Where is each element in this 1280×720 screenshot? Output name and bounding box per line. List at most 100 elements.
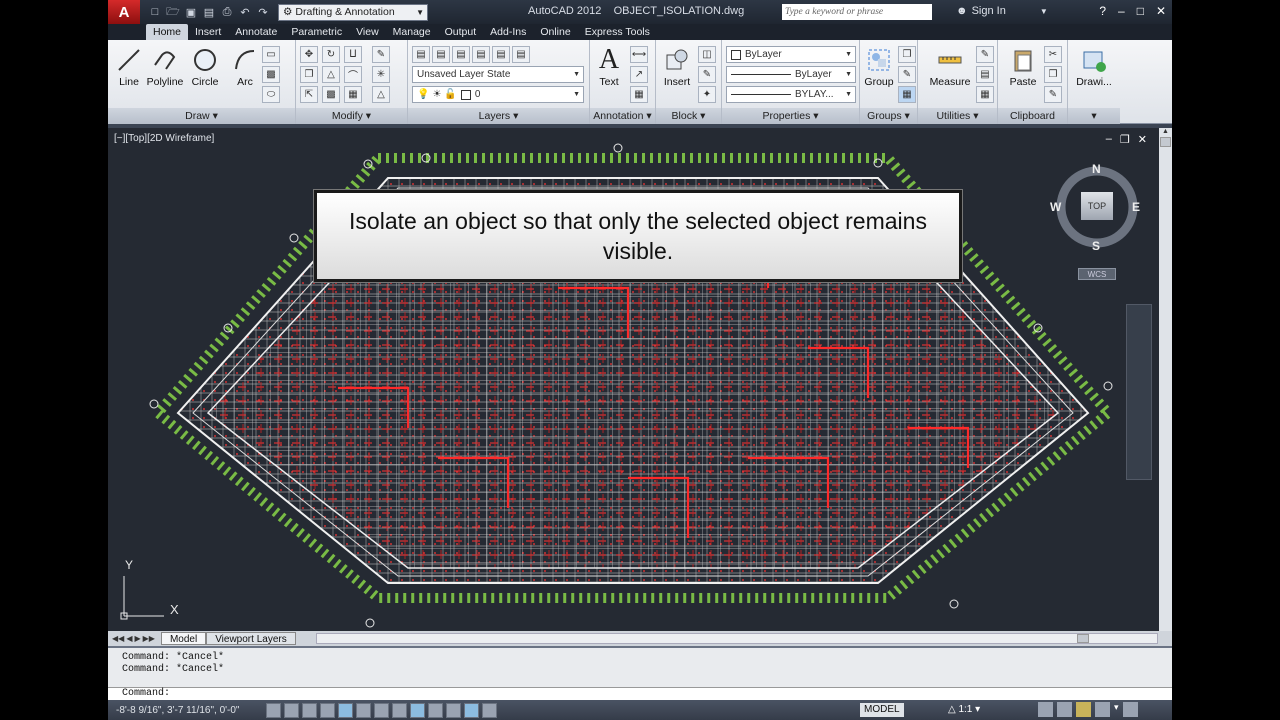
undo-icon[interactable]: ↶ [238,5,252,19]
properties-panel-title[interactable]: Properties ▾ [722,108,859,124]
tab-parametric[interactable]: Parametric [284,24,349,40]
paste-button[interactable]: Paste [1004,46,1042,88]
isolate-objects-icon[interactable] [1076,702,1091,717]
search-input[interactable]: Type a keyword or phrase [782,4,932,20]
view-panel-title[interactable]: ▾ [1068,108,1120,124]
arc-tool-button[interactable]: Arc [226,46,264,88]
tab-home[interactable]: Home [146,24,189,40]
annotation-panel-title[interactable]: Annotation ▾ [590,108,655,124]
tab-view[interactable]: View [349,24,386,40]
layout-nav-arrows[interactable]: ◀◀ ◀ ▶ ▶▶ [112,634,155,643]
stretch-icon[interactable]: ⇱ [300,86,318,103]
layer-tool-icon[interactable]: ▤ [512,46,530,63]
rotate-icon[interactable]: ↻ [322,46,340,63]
tab-manage[interactable]: Manage [386,24,438,40]
circle-tool-button[interactable]: Circle [186,46,224,88]
layer-tool-icon[interactable]: ▤ [452,46,470,63]
copy-clip-icon[interactable]: ❐ [1044,66,1062,83]
layer-tool-icon[interactable]: ▤ [492,46,510,63]
explode-icon[interactable]: ✳ [372,66,390,83]
snap-mode-icon[interactable] [266,702,281,718]
viewcube-top-face[interactable]: TOP [1081,192,1113,220]
compass-east[interactable]: E [1132,200,1140,214]
selection-cycling-icon[interactable] [482,702,497,718]
first-layout-icon[interactable]: ◀◀ [112,634,124,643]
dynamic-ucs-icon[interactable] [392,702,407,718]
group-edit-icon[interactable]: ✎ [898,66,916,83]
drawing-view-button[interactable]: Drawi... [1070,46,1118,88]
maximize-icon[interactable]: □ [1137,4,1144,18]
compass-west[interactable]: W [1050,200,1061,214]
sign-in-button[interactable]: ☻ Sign In ▼ [956,5,1048,17]
tab-viewport-layers[interactable]: Viewport Layers [206,632,296,645]
tab-add-ins[interactable]: Add-Ins [483,24,533,40]
ungroup-icon[interactable]: ❐ [898,46,916,63]
save-as-icon[interactable]: ▤ [202,5,216,19]
scroll-thumb[interactable] [1160,137,1171,147]
status-menu-icon[interactable]: ▾ [1114,702,1119,717]
text-tool-button[interactable]: A Text [590,44,628,88]
object-snap-tracking-icon[interactable] [374,702,389,718]
tab-annotate[interactable]: Annotate [228,24,284,40]
transparency-icon[interactable] [446,702,461,718]
calculator-icon[interactable]: ▦ [976,86,994,103]
mirror-icon[interactable]: △ [322,66,340,83]
compass-north[interactable]: N [1092,162,1101,176]
create-block-icon[interactable]: ◫ [698,46,716,63]
save-icon[interactable]: ▣ [184,5,198,19]
tab-express-tools[interactable]: Express Tools [578,24,657,40]
ellipse-icon[interactable]: ⬭ [262,86,280,103]
leader-icon[interactable]: ↗ [630,66,648,83]
3d-object-snap-icon[interactable] [356,702,371,718]
ortho-mode-icon[interactable] [302,702,317,718]
tab-model[interactable]: Model [160,632,207,645]
modify-panel-title[interactable]: Modify ▾ [296,108,407,124]
layer-tool-icon[interactable]: ▤ [472,46,490,63]
table-icon[interactable]: ▦ [630,86,648,103]
workspace-switch-icon[interactable] [1038,702,1053,717]
group-selection-icon[interactable]: ▦ [898,86,916,103]
horizontal-scrollbar[interactable] [315,633,1158,644]
workspace-dropdown[interactable]: ⚙ Drafting & Annotation ▼ [278,3,428,21]
dynamic-input-icon[interactable] [410,702,425,718]
scale-icon[interactable]: ▩ [322,86,340,103]
cut-icon[interactable]: ✂ [1044,46,1062,63]
layer-dropdown[interactable]: 💡 ☀ 🔓 0 ▼ [412,86,584,103]
compass-south[interactable]: S [1092,239,1100,253]
last-layout-icon[interactable]: ▶▶ [143,634,155,643]
tab-output[interactable]: Output [438,24,484,40]
object-snap-icon[interactable] [338,702,353,718]
redo-icon[interactable]: ↷ [256,5,270,19]
polar-tracking-icon[interactable] [320,702,335,718]
layers-panel-title[interactable]: Layers ▾ [408,108,589,124]
minimize-icon[interactable]: – [1118,4,1125,18]
linetype-dropdown[interactable]: ByLayer ▼ [726,66,856,83]
color-dropdown[interactable]: ByLayer ▼ [726,46,856,63]
model-space-button[interactable]: MODEL [860,703,904,717]
quick-properties-icon[interactable] [464,702,479,718]
grid-display-icon[interactable] [284,702,299,718]
scroll-thumb[interactable] [1076,634,1089,643]
wcs-menu[interactable]: WCS [1078,268,1116,280]
copy-icon[interactable]: ❐ [300,66,318,83]
measure-button[interactable]: Measure [928,46,972,88]
clipboard-panel-title[interactable]: Clipboard [998,108,1067,124]
attribute-icon[interactable]: ✦ [698,86,716,103]
hatch-icon[interactable]: ▩ [262,66,280,83]
layer-tool-icon[interactable]: ▤ [432,46,450,63]
hardware-acceleration-icon[interactable] [1095,702,1110,717]
vertical-scrollbar[interactable]: ▲ [1159,128,1172,631]
lineweight-icon[interactable] [428,702,443,718]
line-tool-button[interactable]: Line [110,46,148,88]
match-properties-icon[interactable]: ✎ [1044,86,1062,103]
annotation-scale[interactable]: △ 1:1 ▾ [948,704,980,715]
scroll-up-arrow[interactable]: ▲ [1159,128,1172,135]
array-icon[interactable]: ▦ [344,86,362,103]
draw-panel-title[interactable]: Draw ▾ [108,108,295,124]
tab-online[interactable]: Online [533,24,577,40]
clean-screen-icon[interactable] [1122,702,1138,717]
quick-select-icon[interactable]: ✎ [976,46,994,63]
trim-icon[interactable]: ⨿ [344,46,362,63]
layer-properties-icon[interactable]: ▤ [412,46,430,63]
prev-layout-icon[interactable]: ◀ [126,634,132,643]
